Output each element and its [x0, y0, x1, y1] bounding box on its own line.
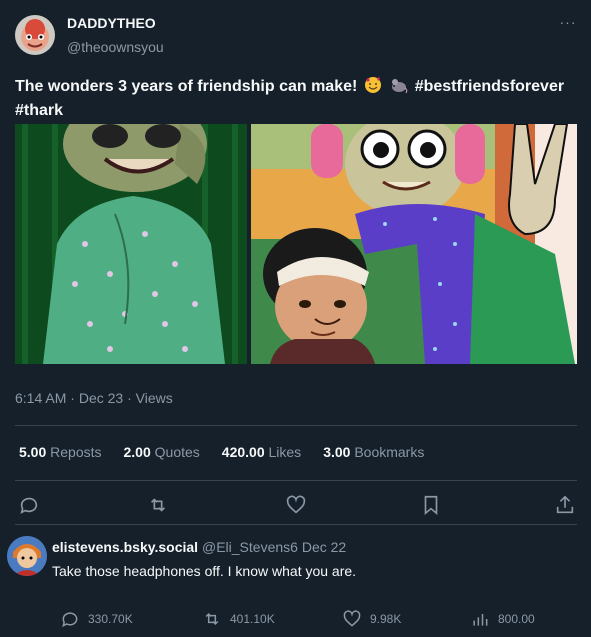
- quotes-stat[interactable]: 2.00 Quotes: [124, 444, 200, 460]
- reply-like-button[interactable]: 9.98K: [342, 608, 401, 630]
- repost-icon: [205, 612, 219, 626]
- reposts-label: Reposts: [50, 444, 102, 460]
- reply-likes-count: 9.98K: [370, 612, 402, 626]
- tweet-stats: 5.00 Reposts 2.00 Quotes 420.00 Likes 3.…: [19, 444, 446, 460]
- likes-count: 420.00: [221, 444, 265, 460]
- repost-icon[interactable]: [147, 494, 169, 516]
- views-label: Views: [135, 390, 173, 406]
- reply-reposts-count: 401.10K: [230, 612, 275, 626]
- reply-author-meta: @Eli_Stevens6 Dec 22: [202, 539, 346, 555]
- tweet-image[interactable]: [15, 124, 577, 364]
- likes-label: Likes: [268, 444, 302, 460]
- author-handle[interactable]: @theoownsyou: [67, 39, 164, 55]
- reply-reply-button[interactable]: 330.70K: [60, 608, 133, 630]
- reply-date[interactable]: Dec 22: [302, 539, 346, 555]
- bookmarks-count: 3.00: [323, 444, 351, 460]
- reply-views-count: 800.00: [498, 612, 535, 626]
- reply-author-display-name[interactable]: elistevens.bsky.social: [52, 539, 198, 555]
- reply-replies-count: 330.70K: [88, 612, 133, 626]
- bookmarks-label: Bookmarks: [354, 444, 425, 460]
- tweet-text: The wonders 3 years of friendship can ma…: [15, 75, 575, 123]
- divider: [15, 480, 577, 481]
- tweet-time: 6:14 AM: [15, 390, 67, 406]
- reply-author-avatar[interactable]: [7, 536, 47, 576]
- author-avatar[interactable]: [15, 15, 55, 55]
- divider: [15, 425, 577, 426]
- bookmarks-stat[interactable]: 3.00 Bookmarks: [323, 444, 424, 460]
- like-icon: [343, 610, 361, 627]
- more-options-icon[interactable]: ···: [557, 14, 579, 30]
- rat-emoji: [390, 76, 408, 94]
- reposts-stat[interactable]: 5.00 Reposts: [19, 444, 102, 460]
- hashtag-link[interactable]: #thark: [15, 102, 63, 119]
- reply-text: Take those headphones off. I know what y…: [52, 563, 357, 579]
- quotes-count: 2.00: [123, 444, 151, 460]
- quotes-label: Quotes: [154, 444, 200, 460]
- reply-icon: [62, 612, 78, 628]
- tweet-timestamp[interactable]: 6:14 AM · Dec 23 · Views: [15, 390, 173, 406]
- likes-stat[interactable]: 420.00 Likes: [222, 444, 301, 460]
- smiling-face-with-hearts-emoji: [364, 76, 382, 94]
- like-icon[interactable]: [285, 494, 307, 516]
- reply-views-button[interactable]: 800.00: [470, 608, 535, 630]
- bookmark-icon[interactable]: [420, 494, 442, 516]
- analytics-icon: [473, 614, 488, 626]
- tweet-date: Dec 23: [78, 390, 124, 406]
- divider: [15, 524, 577, 525]
- tweet-text-body: The wonders 3 years of friendship can ma…: [15, 78, 358, 95]
- reposts-count: 5.00: [19, 444, 47, 460]
- reply-author-handle[interactable]: @Eli_Stevens6: [202, 539, 298, 555]
- hashtag-link[interactable]: #bestfriendsforever: [415, 78, 564, 95]
- reply-repost-button[interactable]: 401.10K: [202, 608, 275, 630]
- share-icon[interactable]: [554, 494, 576, 516]
- author-display-name[interactable]: DADDYTHEO: [67, 15, 156, 31]
- reply-icon[interactable]: [18, 494, 40, 516]
